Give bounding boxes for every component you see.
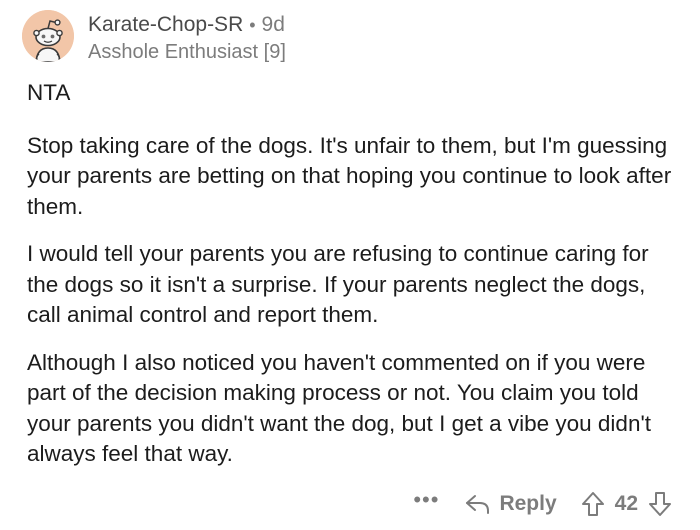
user-flair: Asshole Enthusiast [9] bbox=[88, 41, 286, 63]
meta-line: Karate-Chop-SR • 9d bbox=[88, 12, 286, 38]
comment-age: 9d bbox=[261, 13, 285, 36]
more-options-icon[interactable]: ••• bbox=[413, 489, 439, 518]
reply-label: Reply bbox=[499, 492, 557, 515]
upvote-arrow-icon[interactable] bbox=[581, 491, 605, 517]
reply-button[interactable]: Reply bbox=[465, 492, 557, 516]
comment-paragraph: Stop taking care of the dogs. It's unfai… bbox=[27, 132, 672, 219]
comment-paragraph: NTA bbox=[27, 80, 71, 105]
comment-card: Karate-Chop-SR • 9d Asshole Enthusiast [… bbox=[0, 0, 700, 530]
snoo-avatar-icon bbox=[22, 10, 74, 62]
comment-paragraph: I would tell your parents you are refusi… bbox=[27, 241, 649, 327]
reply-arrow-icon bbox=[466, 495, 490, 514]
vote-controls: 42 bbox=[581, 491, 672, 517]
comment-paragraph: Although I also noticed you haven't comm… bbox=[27, 349, 652, 467]
user-avatar[interactable] bbox=[22, 10, 74, 62]
comment-header: Karate-Chop-SR • 9d Asshole Enthusiast [… bbox=[22, 10, 286, 65]
comment-body: NTA Stop taking care of the dogs. It's u… bbox=[27, 78, 677, 470]
comment-meta: Karate-Chop-SR • 9d Asshole Enthusiast [… bbox=[88, 10, 286, 65]
meta-separator: • bbox=[249, 15, 256, 35]
username-link[interactable]: Karate-Chop-SR bbox=[88, 12, 243, 38]
downvote-arrow-icon[interactable] bbox=[648, 491, 672, 517]
vote-score: 42 bbox=[614, 492, 638, 515]
comment-actions: ••• Reply 42 bbox=[413, 486, 672, 522]
